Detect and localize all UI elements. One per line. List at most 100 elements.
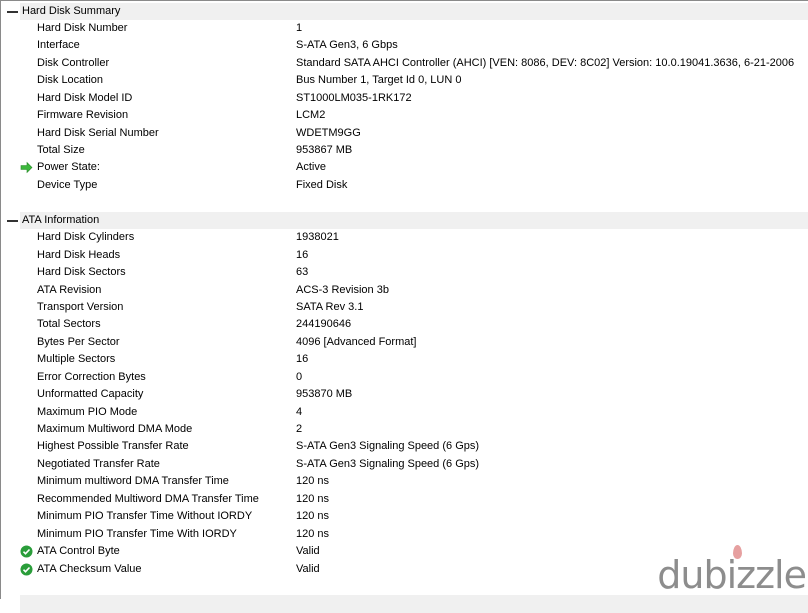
property-label: ATA Checksum Value: [37, 562, 142, 575]
property-row[interactable]: Power State: Active: [0, 159, 808, 176]
property-row[interactable]: Negotiated Transfer Rate S-ATA Gen3 Signa…: [0, 456, 808, 473]
section-header-partial[interactable]: [20, 595, 808, 613]
property-row[interactable]: Transport Version SATA Rev 3.1: [0, 299, 808, 316]
property-value: Bus Number 1, Target Id 0, LUN 0: [296, 74, 462, 87]
property-label: Negotiated Transfer Rate: [37, 457, 160, 470]
spacer-row: [0, 194, 808, 211]
property-value: Fixed Disk: [296, 178, 348, 191]
property-value: S-ATA Gen3 Signaling Speed (6 Gps): [296, 440, 480, 453]
property-label: ATA Control Byte: [37, 545, 120, 558]
green-check-icon: [20, 563, 33, 576]
property-row[interactable]: Bytes Per Sector 4096 [Advanced Format]: [0, 334, 808, 351]
property-label: Error Correction Bytes: [37, 370, 146, 383]
property-row[interactable]: Interface S-ATA Gen3, 6 Gbps: [0, 37, 808, 54]
property-value: ST1000LM035-1RK172: [296, 91, 412, 104]
property-label: Power State:: [37, 161, 100, 174]
property-value: 16: [296, 353, 309, 366]
property-label: Hard Disk Serial Number: [37, 126, 159, 139]
watermark-logo: dubizzle: [657, 553, 807, 597]
section-header[interactable]: Hard Disk Summary: [7, 2, 808, 20]
property-row[interactable]: Maximum PIO Mode 4: [0, 404, 808, 421]
property-row[interactable]: Minimum PIO Transfer Time With IORDY 120 …: [0, 526, 808, 543]
property-label: Maximum Multiword DMA Mode: [37, 423, 193, 435]
property-row[interactable]: Hard Disk Heads 16: [0, 247, 808, 264]
property-value: 2: [296, 423, 303, 435]
property-row[interactable]: Maximum Multiword DMA Mode 2: [0, 421, 808, 438]
property-value: Active: [296, 161, 326, 174]
property-label: Hard Disk Heads: [37, 248, 121, 261]
property-row[interactable]: Recommended Multiword DMA Transfer Time 1…: [0, 491, 808, 508]
property-row[interactable]: Multiple Sectors 16: [0, 351, 808, 368]
section-header[interactable]: ATA Information: [7, 211, 808, 230]
property-value: 244190646: [296, 318, 352, 331]
property-row[interactable]: Highest Possible Transfer Rate S-ATA Gen3…: [0, 438, 808, 455]
property-label: Total Sectors: [37, 318, 101, 331]
property-label: ATA Revision: [37, 283, 102, 296]
property-value: 120 ns: [296, 510, 330, 523]
property-value: SATA Rev 3.1: [296, 300, 364, 313]
property-value: Valid: [296, 545, 320, 558]
property-value: 953867 MB: [296, 144, 353, 156]
property-value: LCM2: [296, 109, 326, 122]
property-row[interactable]: Total Size 953867 MB: [0, 142, 808, 159]
section-title: ATA Information: [22, 213, 100, 226]
collapse-icon[interactable]: [7, 219, 18, 222]
section-title: Hard Disk Summary: [22, 4, 121, 17]
property-row[interactable]: Hard Disk Cylinders 1938021: [0, 229, 808, 246]
property-row[interactable]: Unformatted Capacity 953870 MB: [0, 386, 808, 403]
property-label: Minimum PIO Transfer Time Without IORDY: [37, 510, 253, 523]
property-label: Disk Location: [37, 74, 104, 87]
property-list[interactable]: Hard Disk Summary Hard Disk Number 1 Interf…: [0, 2, 808, 613]
property-value: 120 ns: [296, 527, 330, 540]
property-value: 120 ns: [296, 492, 330, 505]
property-row[interactable]: Error Correction Bytes 0: [0, 369, 808, 386]
property-row[interactable]: Firmware Revision LCM2: [0, 107, 808, 124]
property-label: Unformatted Capacity: [37, 388, 144, 401]
property-row[interactable]: Device Type Fixed Disk: [0, 177, 808, 194]
property-value: 4: [296, 405, 303, 418]
property-row[interactable]: Disk Controller Standard SATA AHCI Contro…: [0, 55, 808, 72]
property-row[interactable]: Disk Location Bus Number 1, Target Id 0, …: [0, 72, 808, 89]
property-value: S-ATA Gen3, 6 Gbps: [296, 39, 398, 52]
property-label: Maximum PIO Mode: [37, 405, 138, 418]
property-label: Bytes Per Sector: [37, 335, 120, 348]
property-label: Multiple Sectors: [37, 353, 116, 366]
collapse-icon[interactable]: [7, 10, 18, 13]
property-value: 16: [296, 248, 309, 261]
property-label: Minimum multiword DMA Transfer Time: [37, 475, 229, 488]
property-value: 63: [296, 266, 309, 279]
property-label: Minimum PIO Transfer Time With IORDY: [37, 527, 237, 540]
property-row[interactable]: Hard Disk Model ID ST1000LM035-1RK172: [0, 90, 808, 107]
property-value: Standard SATA AHCI Controller (AHCI) [VE…: [296, 56, 795, 69]
property-value: 1938021: [296, 231, 339, 244]
property-label: Transport Version: [37, 300, 124, 313]
property-label: Hard Disk Model ID: [37, 91, 133, 104]
property-label: Disk Controller: [37, 56, 110, 69]
property-row[interactable]: Hard Disk Serial Number WDETM9GG: [0, 125, 808, 142]
property-label: Highest Possible Transfer Rate: [37, 440, 189, 453]
property-value: 953870 MB: [296, 388, 353, 401]
property-row[interactable]: Minimum PIO Transfer Time Without IORDY 1…: [0, 508, 808, 525]
property-row[interactable]: ATA Revision ACS-3 Revision 3b: [0, 282, 808, 299]
property-label: Hard Disk Sectors: [37, 266, 126, 279]
property-label: Total Size: [37, 144, 85, 156]
property-label: Firmware Revision: [37, 109, 129, 122]
property-label: Hard Disk Cylinders: [37, 231, 135, 244]
property-label: Hard Disk Number: [37, 21, 128, 34]
property-label: Device Type: [37, 178, 98, 191]
property-label: Recommended Multiword DMA Transfer Time: [37, 492, 259, 505]
green-check-icon: [20, 545, 33, 558]
property-row[interactable]: Total Sectors 244190646: [0, 316, 808, 333]
property-value: Valid: [296, 562, 320, 575]
property-label: Interface: [37, 39, 80, 52]
property-row[interactable]: Hard Disk Sectors 63: [0, 264, 808, 281]
property-value: S-ATA Gen3 Signaling Speed (6 Gps): [296, 457, 480, 470]
property-value: WDETM9GG: [296, 126, 361, 139]
property-value: 4096 [Advanced Format]: [296, 335, 417, 348]
property-value: 0: [296, 370, 303, 383]
property-value: 1: [296, 21, 303, 34]
property-row[interactable]: Hard Disk Number 1: [0, 20, 808, 37]
green-arrow-icon: [20, 161, 33, 174]
property-value: ACS-3 Revision 3b: [296, 283, 389, 296]
property-row[interactable]: Minimum multiword DMA Transfer Time 120 n…: [0, 473, 808, 490]
